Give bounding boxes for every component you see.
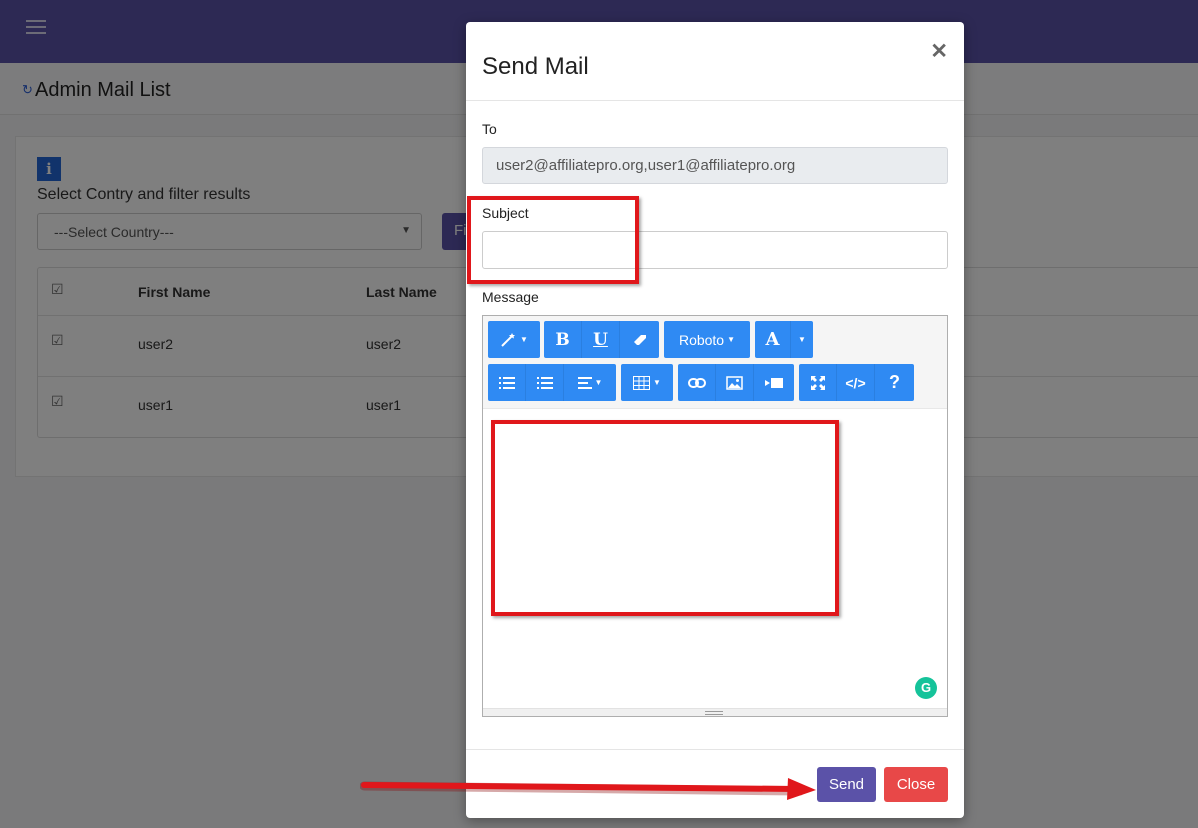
- editor-resize-handle[interactable]: [483, 708, 947, 716]
- message-label: Message: [482, 289, 539, 305]
- color-dropdown[interactable]: ▼: [791, 321, 813, 358]
- code-view-button[interactable]: </>: [837, 364, 875, 401]
- chevron-down-icon: ▼: [653, 378, 661, 387]
- insert-video-button[interactable]: [754, 364, 794, 401]
- style-group: ▼: [488, 321, 540, 358]
- color-group: A ▼: [755, 321, 813, 358]
- magic-wand-icon: [501, 333, 516, 347]
- view-group: </> ?: [799, 364, 914, 401]
- font-style-group: B U: [544, 321, 659, 358]
- modal-title: Send Mail: [482, 53, 589, 80]
- paragraph-align-button[interactable]: ▼: [564, 364, 616, 401]
- editor-toolbar: ▼ B U Roboto ▼ A ▼ ▼ ▼ </> ?: [483, 316, 947, 409]
- subject-highlight-box: [467, 196, 639, 284]
- unordered-list-button[interactable]: [488, 364, 526, 401]
- insert-link-button[interactable]: [678, 364, 716, 401]
- numbered-list-icon: [536, 377, 553, 389]
- font-family-group: Roboto ▼: [664, 321, 750, 358]
- video-icon: [765, 377, 783, 388]
- underline-button[interactable]: U: [582, 321, 620, 358]
- table-group: ▼: [621, 364, 673, 401]
- send-button[interactable]: Send: [817, 767, 876, 802]
- to-field[interactable]: user2@affiliatepro.org,user1@affiliatepr…: [482, 147, 948, 184]
- grammarly-icon[interactable]: G: [915, 677, 937, 699]
- chevron-down-icon: ▼: [727, 335, 736, 344]
- fullscreen-button[interactable]: [799, 364, 837, 401]
- font-family-label: Roboto: [678, 331, 725, 348]
- font-family-dropdown[interactable]: Roboto ▼: [664, 321, 750, 358]
- insert-picture-button[interactable]: [716, 364, 754, 401]
- bold-button[interactable]: B: [544, 321, 582, 358]
- close-icon[interactable]: ✕: [930, 39, 948, 64]
- insert-group: [678, 364, 794, 401]
- close-button[interactable]: Close: [884, 767, 948, 802]
- font-color-button[interactable]: A: [755, 321, 791, 358]
- message-highlight-box: [491, 420, 839, 616]
- paragraph-group: ▼: [488, 364, 616, 401]
- align-left-icon: [577, 376, 592, 389]
- fullscreen-icon: [810, 375, 825, 390]
- chevron-down-icon: ▼: [798, 335, 806, 344]
- help-button[interactable]: ?: [875, 364, 914, 401]
- insert-table-button[interactable]: ▼: [621, 364, 673, 401]
- to-label: To: [482, 121, 497, 137]
- bullet-list-icon: [498, 377, 515, 389]
- clear-format-button[interactable]: [620, 321, 659, 358]
- image-icon: [726, 375, 743, 390]
- modal-header: Send Mail ✕: [466, 22, 964, 101]
- chevron-down-icon: ▼: [520, 335, 528, 344]
- table-icon: [633, 375, 651, 390]
- eraser-icon: [633, 334, 646, 345]
- link-icon: [687, 377, 706, 388]
- ordered-list-button[interactable]: [526, 364, 564, 401]
- magic-style-button[interactable]: ▼: [488, 321, 540, 358]
- arrow-pointing-to-send: [360, 778, 816, 800]
- chevron-down-icon: ▼: [594, 378, 603, 387]
